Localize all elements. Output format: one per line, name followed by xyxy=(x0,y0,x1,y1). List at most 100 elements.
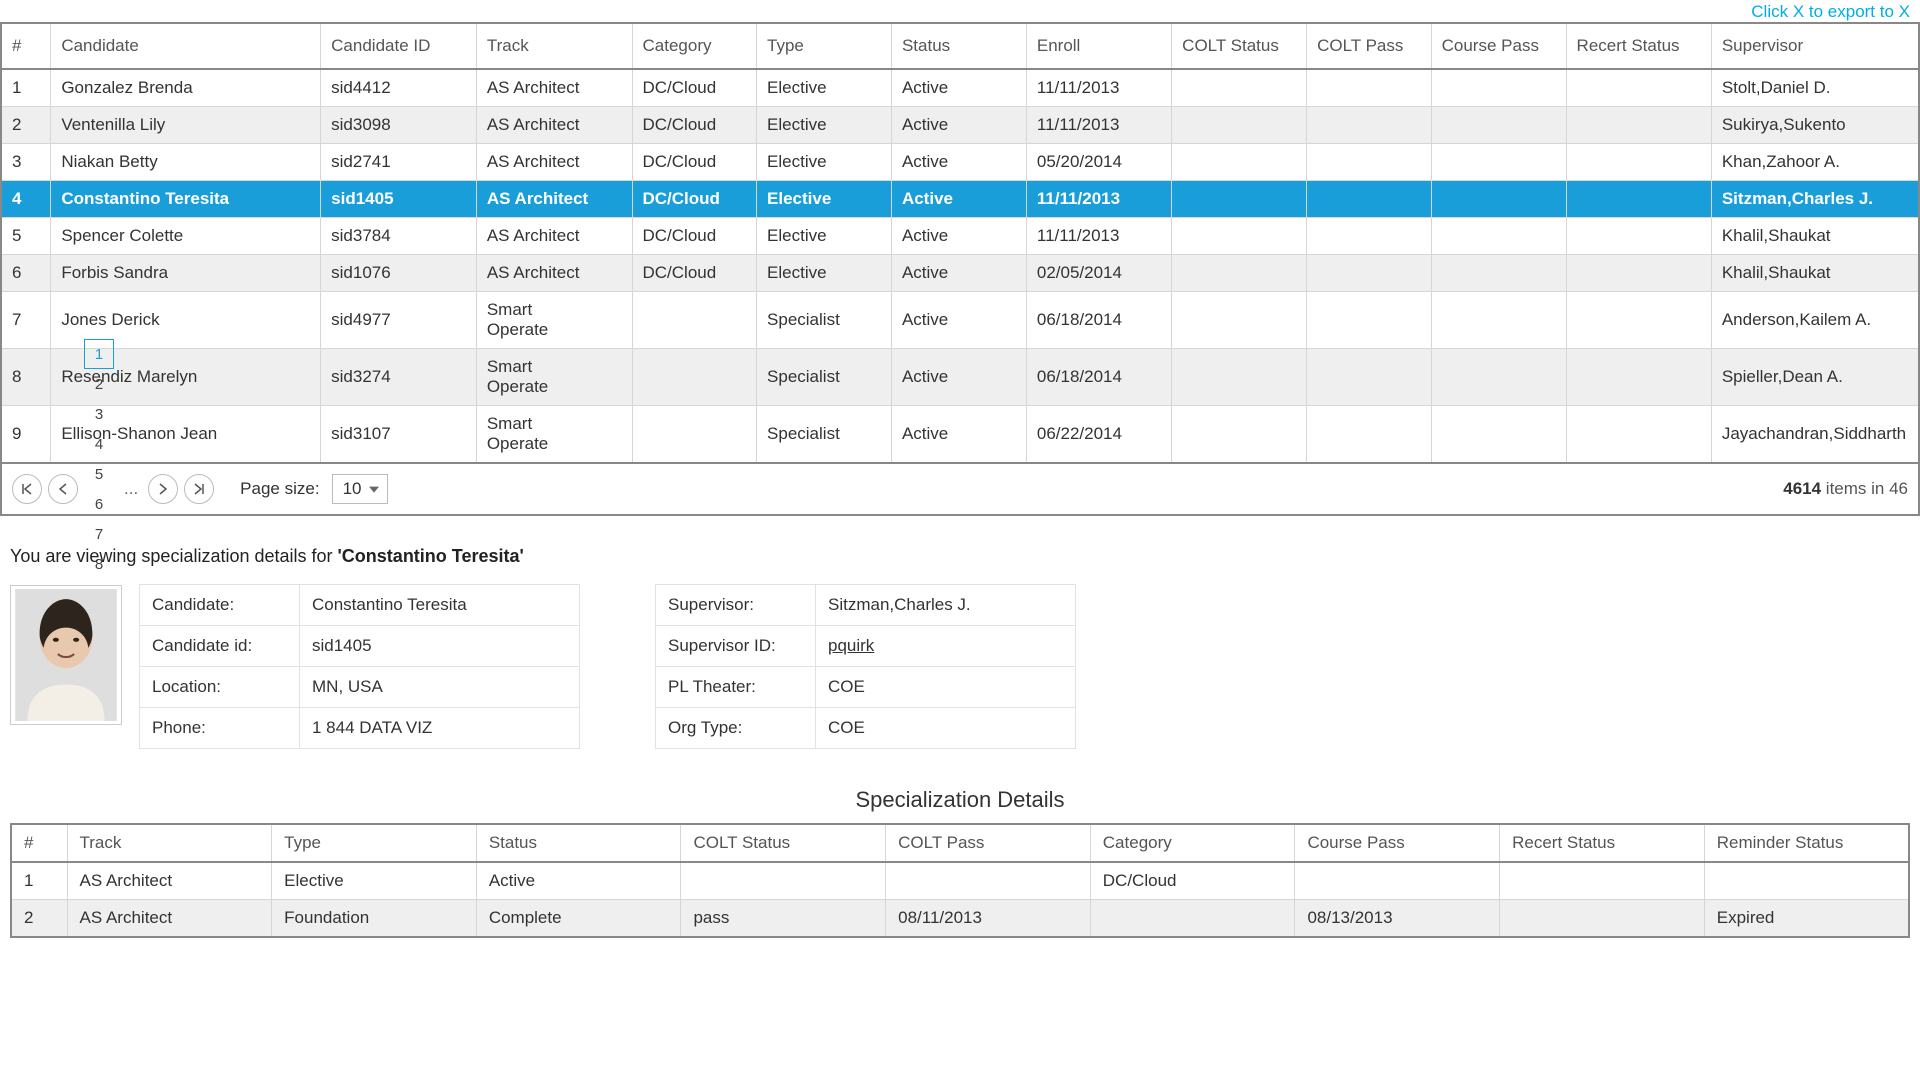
table-row[interactable]: 8Resendiz Marelynsid3274SmartOperateSpec… xyxy=(1,349,1919,406)
spec-header[interactable]: COLT Pass xyxy=(886,824,1091,862)
spec-header[interactable]: Type xyxy=(272,824,477,862)
detail-label: Org Type: xyxy=(655,707,816,749)
candidates-grid: #CandidateCandidate IDTrackCategoryTypeS… xyxy=(0,22,1920,464)
grid-header[interactable]: COLT Pass xyxy=(1307,23,1432,69)
grid-cell: SmartOperate xyxy=(476,349,632,406)
export-link[interactable]: Click X to export to X xyxy=(0,0,1920,22)
pager-page-button[interactable]: 4 xyxy=(84,429,114,459)
spec-header[interactable]: Category xyxy=(1090,824,1295,862)
pager-page-button[interactable]: 7 xyxy=(84,519,114,549)
pager-page-button[interactable]: 5 xyxy=(84,459,114,489)
pager-next-button[interactable] xyxy=(148,474,178,504)
grid-header[interactable]: Track xyxy=(476,23,632,69)
spec-header[interactable]: Course Pass xyxy=(1295,824,1500,862)
grid-header[interactable]: Recert Status xyxy=(1566,23,1711,69)
detail-label: Candidate: xyxy=(139,584,300,626)
pager-page-button[interactable]: 6 xyxy=(84,489,114,519)
spec-header[interactable]: Status xyxy=(476,824,681,862)
grid-cell: Forbis Sandra xyxy=(51,255,321,292)
page-size-select[interactable]: 10 xyxy=(332,474,389,504)
spec-header[interactable]: Reminder Status xyxy=(1704,824,1909,862)
grid-cell: 06/18/2014 xyxy=(1026,349,1171,406)
grid-cell: DC/Cloud xyxy=(632,144,757,181)
table-row[interactable]: 4Constantino Teresitasid1405AS Architect… xyxy=(1,181,1919,218)
grid-cell xyxy=(1566,218,1711,255)
spec-header[interactable]: # xyxy=(11,824,67,862)
table-row[interactable]: 1Gonzalez Brendasid4412AS ArchitectDC/Cl… xyxy=(1,69,1919,107)
detail-label: Supervisor ID: xyxy=(655,625,816,667)
detail-label: Location: xyxy=(139,666,300,708)
pager-first-button[interactable] xyxy=(12,474,42,504)
grid-cell: 6 xyxy=(1,255,51,292)
grid-header[interactable]: Supervisor xyxy=(1711,23,1919,69)
grid-cell xyxy=(1566,107,1711,144)
pager-page-button[interactable]: 2 xyxy=(84,369,114,399)
grid-cell: Sukirya,Sukento xyxy=(1711,107,1919,144)
grid-cell: Khalil,Shaukat xyxy=(1711,255,1919,292)
spec-header[interactable]: Recert Status xyxy=(1500,824,1705,862)
table-row[interactable]: 5Spencer Colettesid3784AS ArchitectDC/Cl… xyxy=(1,218,1919,255)
grid-header[interactable]: Status xyxy=(891,23,1026,69)
grid-cell xyxy=(1172,107,1307,144)
table-row[interactable]: 3Niakan Bettysid2741AS ArchitectDC/Cloud… xyxy=(1,144,1919,181)
spec-header[interactable]: Track xyxy=(67,824,272,862)
grid-header[interactable]: Category xyxy=(632,23,757,69)
grid-header[interactable]: Course Pass xyxy=(1431,23,1566,69)
pager-prev-button[interactable] xyxy=(48,474,78,504)
grid-cell xyxy=(632,292,757,349)
detail-value[interactable]: pquirk xyxy=(815,625,1076,667)
grid-cell: DC/Cloud xyxy=(632,218,757,255)
grid-cell xyxy=(1431,349,1566,406)
grid-cell: 11/11/2013 xyxy=(1026,107,1171,144)
grid-cell: Niakan Betty xyxy=(51,144,321,181)
table-row[interactable]: 7Jones Dericksid4977SmartOperateSpeciali… xyxy=(1,292,1919,349)
grid-cell xyxy=(1431,181,1566,218)
pager-last-button[interactable] xyxy=(184,474,214,504)
table-row[interactable]: 2Ventenilla Lilysid3098AS ArchitectDC/Cl… xyxy=(1,107,1919,144)
grid-cell: Spencer Colette xyxy=(51,218,321,255)
spec-cell: 1 xyxy=(11,862,67,900)
grid-cell xyxy=(1172,218,1307,255)
grid-cell: AS Architect xyxy=(476,255,632,292)
pager-page-button[interactable]: 1 xyxy=(84,339,114,369)
grid-cell xyxy=(632,406,757,464)
grid-cell: 5 xyxy=(1,218,51,255)
grid-cell: Ventenilla Lily xyxy=(51,107,321,144)
pager-page-button[interactable]: 3 xyxy=(84,399,114,429)
grid-header[interactable]: Candidate xyxy=(51,23,321,69)
grid-cell: 2 xyxy=(1,107,51,144)
grid-cell: sid3098 xyxy=(321,107,477,144)
grid-cell: Elective xyxy=(757,107,892,144)
pager-ellipsis: ... xyxy=(120,479,142,499)
grid-header[interactable]: Type xyxy=(757,23,892,69)
grid-header[interactable]: # xyxy=(1,23,51,69)
grid-cell: Specialist xyxy=(757,292,892,349)
spec-cell: Complete xyxy=(476,900,681,938)
grid-header[interactable]: COLT Status xyxy=(1172,23,1307,69)
grid-cell xyxy=(1307,69,1432,107)
spec-cell xyxy=(1500,862,1705,900)
grid-cell xyxy=(1307,181,1432,218)
detail-value: MN, USA xyxy=(299,666,580,708)
grid-header[interactable]: Enroll xyxy=(1026,23,1171,69)
grid-cell: 7 xyxy=(1,292,51,349)
grid-cell: AS Architect xyxy=(476,69,632,107)
table-row[interactable]: 9Ellison-Shanon Jeansid3107SmartOperateS… xyxy=(1,406,1919,464)
grid-cell: Elective xyxy=(757,69,892,107)
table-row[interactable]: 6Forbis Sandrasid1076AS ArchitectDC/Clou… xyxy=(1,255,1919,292)
grid-cell xyxy=(1172,292,1307,349)
grid-cell xyxy=(1307,218,1432,255)
table-row[interactable]: 1AS ArchitectElectiveActiveDC/Cloud xyxy=(11,862,1909,900)
grid-cell xyxy=(1566,181,1711,218)
grid-cell: 06/22/2014 xyxy=(1026,406,1171,464)
grid-header[interactable]: Candidate ID xyxy=(321,23,477,69)
grid-cell xyxy=(1172,406,1307,464)
grid-cell xyxy=(1566,69,1711,107)
grid-cell: 11/11/2013 xyxy=(1026,181,1171,218)
detail-label: PL Theater: xyxy=(655,666,816,708)
table-row[interactable]: 2AS ArchitectFoundationCompletepass08/11… xyxy=(11,900,1909,938)
grid-cell: Active xyxy=(891,255,1026,292)
grid-cell: Khan,Zahoor A. xyxy=(1711,144,1919,181)
grid-cell: Specialist xyxy=(757,406,892,464)
spec-header[interactable]: COLT Status xyxy=(681,824,886,862)
